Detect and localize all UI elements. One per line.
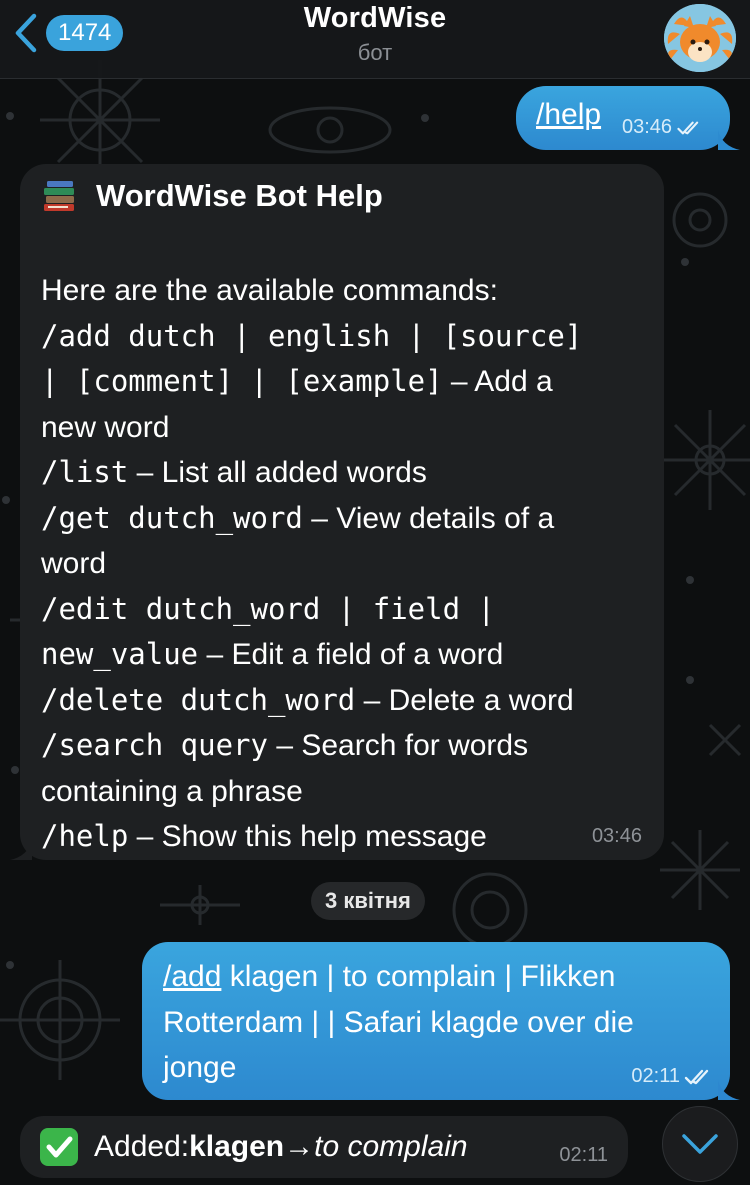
help-line: | [comment] | [example] – Add a [41,364,553,398]
books-icon [44,181,74,211]
date-separator: 3 квітня [311,882,425,920]
chat-header: 1474 WordWise бот [0,0,750,79]
message-time: 03:46 [622,116,673,138]
chevron-down-icon [682,1134,718,1154]
help-line: /get dutch_word – View details of a [41,500,555,535]
message-help-reply[interactable]: WordWise Bot Help Here are the available… [10,164,664,860]
help-line: /search query – Search for words [41,728,529,762]
help-line: new word [41,410,170,444]
double-check-icon [684,1069,709,1084]
help-line: /edit dutch_word | field | [41,591,495,626]
bubble-tail [718,1080,740,1100]
bubble-tail [718,130,740,150]
message-time: 02:11 [559,1144,608,1166]
chat-subtitle: бот [357,40,393,65]
message-time: 03:46 [591,825,642,847]
help-line: word [41,547,107,580]
command-link-help[interactable]: /help [536,98,601,132]
command-link-add[interactable]: /add [163,960,221,993]
added-translation: to complain [314,1130,468,1163]
help-line: /delete dutch_word – Delete a word [41,682,574,717]
help-title: WordWise Bot Help [42,178,383,214]
fox-avatar-icon [664,4,736,72]
help-line: containing a phrase [41,774,303,808]
message-time: 02:11 [631,1065,680,1087]
message-added-reply[interactable]: Added: klagen → to complain 02:11 [20,1116,628,1178]
help-line: /list – List all added words [41,455,427,489]
help-line: /help – Show this help message [41,819,487,853]
help-line: /add dutch | english | [source] [41,318,583,353]
scroll-to-bottom-button[interactable] [662,1106,738,1182]
chat-title[interactable]: WordWise [0,2,750,35]
avatar[interactable] [664,4,736,72]
help-title-text: WordWise Bot Help [96,178,383,213]
message-meta: 02:11 [631,1065,714,1088]
help-line: Here are the available commands: [41,274,498,307]
help-line: new_value – Edit a field of a word [41,637,504,671]
double-check-icon [677,121,699,134]
added-word: klagen [189,1130,285,1163]
help-body: Here are the available commands: /add du… [41,268,651,860]
bubble-tail [10,840,32,860]
message-text: Added: klagen → to complain [40,1128,468,1166]
message-meta: 03:46 [622,116,704,139]
message-add-command[interactable]: /add klagen | to complain | Flikken Rott… [142,942,740,1100]
check-mark-emoji-icon [40,1128,78,1166]
message-help-command[interactable]: /help 03:46 [516,86,740,150]
